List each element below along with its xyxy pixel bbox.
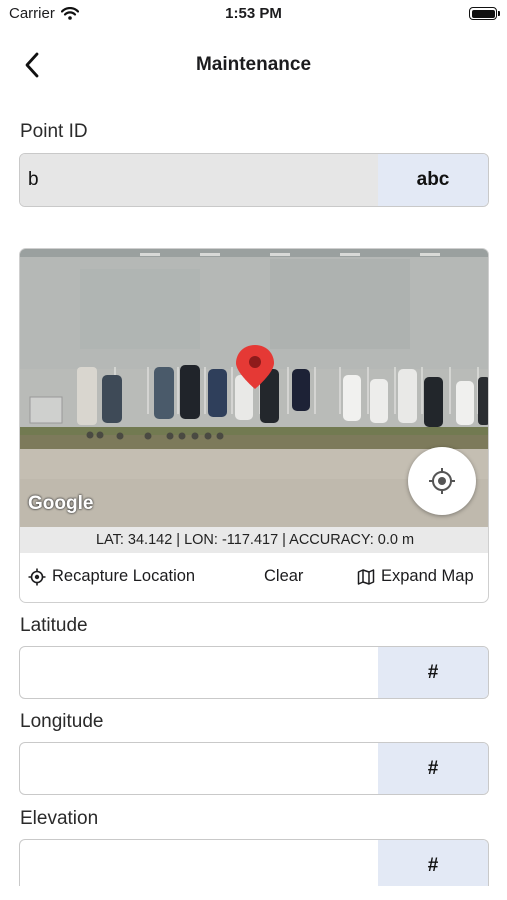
crosshair-icon [28, 568, 46, 585]
longitude-label: Longitude [20, 711, 104, 732]
clear-location-button[interactable]: Clear [264, 567, 303, 586]
clear-label: Clear [264, 567, 304, 585]
map-actions: Recapture Location Clear Expand Map [20, 555, 488, 601]
point-id-keyboard-toggle[interactable]: abc [378, 154, 488, 206]
navigation-bar: Maintenance [0, 40, 507, 88]
expand-map-button[interactable]: Expand Map [357, 567, 474, 586]
map-icon [357, 568, 375, 585]
latitude-field: # [19, 646, 489, 699]
longitude-field: # [19, 742, 489, 795]
recapture-location-label: Recapture Location [52, 567, 196, 585]
latitude-keyboard-toggle[interactable]: # [378, 647, 488, 698]
battery-icon [469, 7, 500, 20]
coordinates-readout: LAT: 34.142 | LON: -117.417 | ACCURACY: … [20, 527, 488, 553]
latitude-input[interactable] [20, 647, 378, 698]
bottom-fade [0, 886, 507, 900]
point-id-input[interactable] [20, 154, 378, 206]
longitude-keyboard-toggle[interactable]: # [378, 743, 488, 794]
latitude-label: Latitude [20, 615, 88, 636]
point-id-label: Point ID [20, 121, 88, 142]
page-title: Maintenance [195, 54, 312, 75]
elevation-label: Elevation [20, 808, 99, 829]
location-card: Google LAT: 34.142 | LON: -117.417 | ACC… [19, 248, 489, 603]
locate-me-button[interactable] [408, 447, 476, 515]
status-time: 1:53 PM [225, 5, 282, 22]
longitude-input[interactable] [20, 743, 378, 794]
recapture-location-button[interactable]: Recapture Location [28, 567, 195, 586]
expand-map-label: Expand Map [381, 567, 474, 585]
locate-icon [429, 468, 455, 494]
google-logo: Google [28, 493, 94, 514]
point-id-field: abc [19, 153, 489, 207]
map-view[interactable]: Google [20, 249, 488, 527]
status-bar: Carrier 1:53 PM [0, 0, 507, 28]
